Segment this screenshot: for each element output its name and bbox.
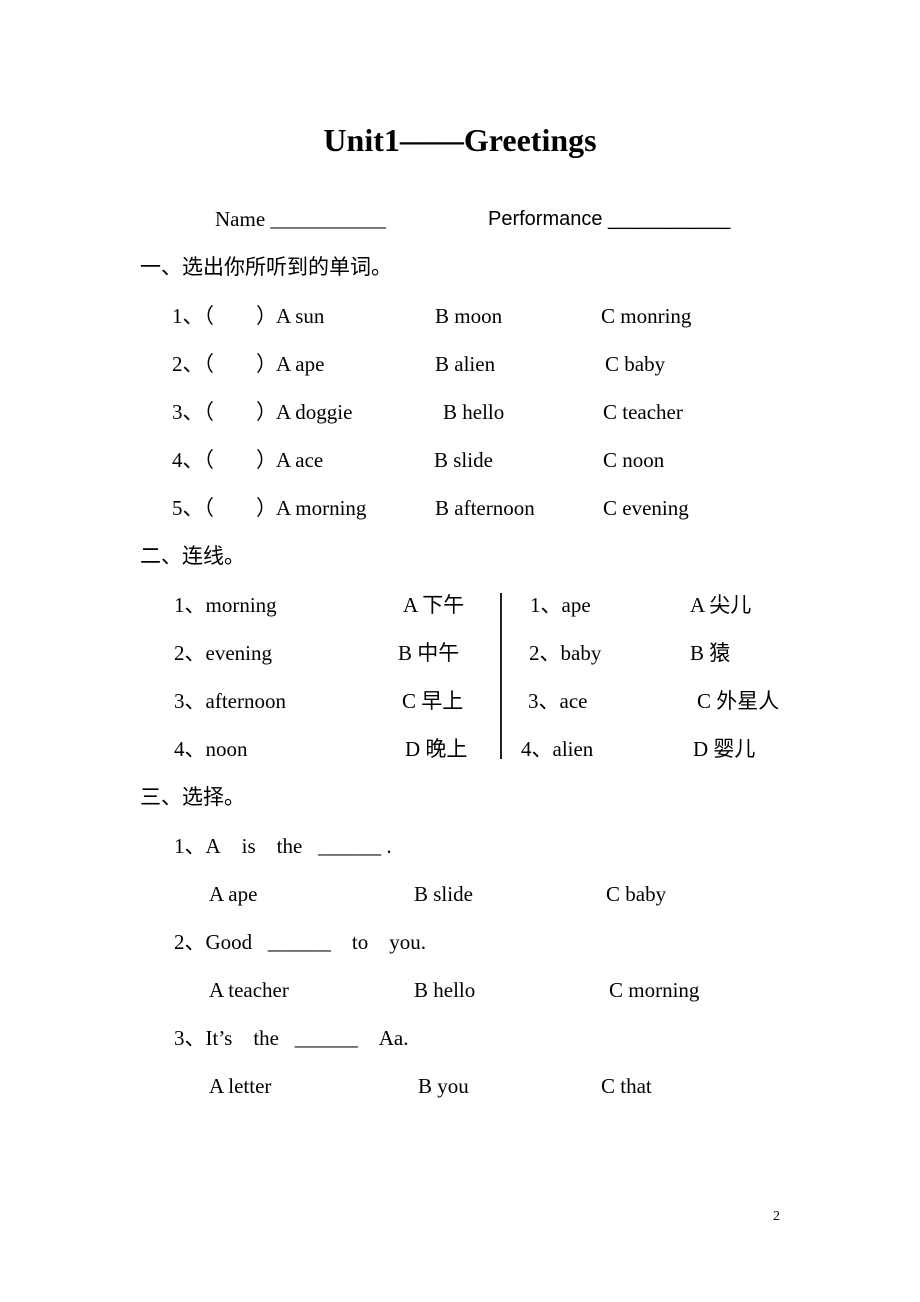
- match-word: 4、noon: [174, 737, 248, 761]
- option-a: A letter: [209, 1074, 272, 1098]
- option-a: A ape: [276, 352, 325, 376]
- option-b: B afternoon: [435, 496, 535, 520]
- section2-heading: 二、连线。: [140, 544, 245, 568]
- match-meaning: A 尖儿: [690, 593, 752, 617]
- match-meaning: B 中午: [398, 641, 460, 665]
- option-c: C baby: [605, 352, 666, 376]
- option-a: A teacher: [209, 978, 289, 1002]
- match-meaning: A 下午: [403, 593, 465, 617]
- match-meaning: C 早上: [402, 689, 464, 713]
- match-meaning: C 外星人: [697, 689, 780, 713]
- section3-heading: 三、选择。: [140, 785, 245, 809]
- performance-field-label: Performance ___________: [488, 208, 731, 230]
- option-b: B moon: [435, 304, 503, 328]
- page-number: 2: [773, 1209, 780, 1224]
- option-b: B you: [418, 1074, 469, 1098]
- question-text: 3、It’s the ______ Aa.: [174, 1026, 409, 1050]
- match-word: 4、alien: [521, 737, 594, 761]
- option-c: C that: [601, 1074, 652, 1098]
- option-b: B slide: [434, 448, 493, 472]
- item-number: 2、（ ）: [172, 352, 277, 376]
- question-text: 1、A is the ______ .: [174, 834, 392, 858]
- option-c: C teacher: [603, 400, 683, 424]
- column-divider: [500, 593, 502, 759]
- item-number: 3、（ ）: [172, 400, 277, 424]
- option-b: B hello: [443, 400, 505, 424]
- match-meaning: D 婴儿: [693, 737, 756, 761]
- match-word: 2、evening: [174, 641, 272, 665]
- match-word: 2、baby: [529, 641, 602, 665]
- option-c: C monring: [601, 304, 692, 328]
- page-title: Unit1——Greetings: [323, 122, 597, 158]
- option-c: C morning: [609, 978, 700, 1002]
- section1-heading: 一、选出你所听到的单词。: [140, 255, 392, 279]
- item-number: 4、（ ）: [172, 448, 277, 472]
- match-word: 1、ape: [530, 593, 591, 617]
- name-field-label: Name ___________: [215, 207, 386, 231]
- match-word: 3、afternoon: [174, 689, 286, 713]
- match-meaning: D 晚上: [405, 737, 468, 761]
- option-a: A doggie: [276, 400, 353, 424]
- option-c: C noon: [603, 448, 665, 472]
- match-meaning: B 猿: [690, 641, 731, 665]
- match-word: 1、morning: [174, 593, 277, 617]
- item-number: 1、（ ）: [172, 304, 277, 328]
- option-c: C evening: [603, 496, 689, 520]
- option-c: C baby: [606, 882, 667, 906]
- option-a: A ape: [209, 882, 258, 906]
- option-b: B alien: [435, 352, 496, 376]
- option-a: A ace: [276, 448, 324, 472]
- option-b: B hello: [414, 978, 476, 1002]
- option-b: B slide: [414, 882, 473, 906]
- option-a: A sun: [276, 304, 325, 328]
- match-word: 3、ace: [528, 689, 588, 713]
- item-number: 5、（ ）: [172, 496, 277, 520]
- option-a: A morning: [276, 496, 367, 520]
- question-text: 2、Good ______ to you.: [174, 930, 426, 954]
